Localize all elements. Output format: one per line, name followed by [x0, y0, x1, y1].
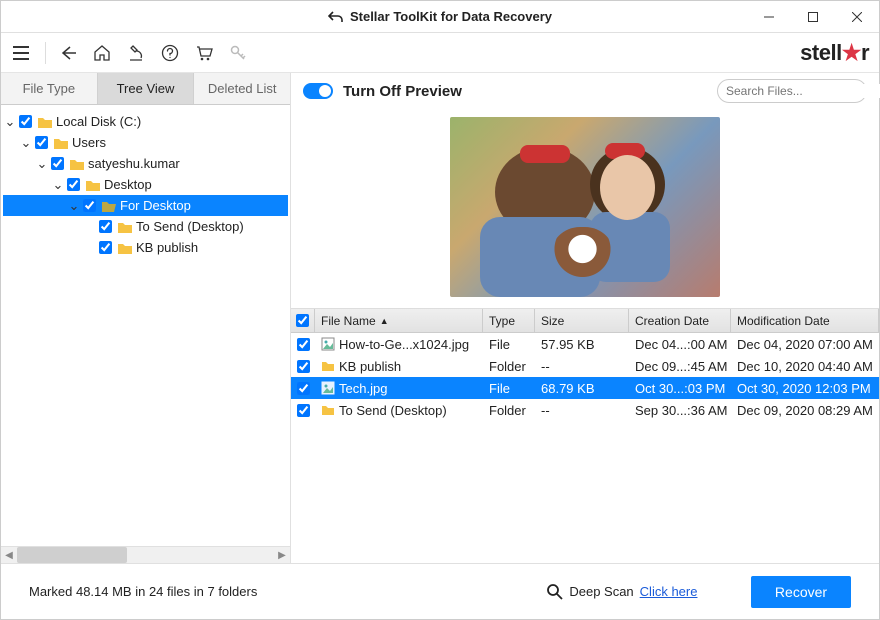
help-icon[interactable]	[154, 37, 186, 69]
table-row[interactable]: Tech.jpg File 68.79 KB Oct 30...:03 PM O…	[291, 377, 879, 399]
brand-star-icon: ★	[842, 40, 861, 65]
scroll-thumb[interactable]	[17, 547, 127, 563]
folder-icon	[117, 241, 133, 255]
right-top-bar: Turn Off Preview	[291, 73, 879, 109]
chevron-down-icon[interactable]: ⌄	[67, 198, 81, 214]
column-creation-date[interactable]: Creation Date	[629, 309, 731, 332]
tree-label: To Send (Desktop)	[136, 219, 244, 234]
home-icon[interactable]	[86, 37, 118, 69]
tree-node-local-disk[interactable]: ⌄ Local Disk (C:)	[3, 111, 288, 132]
tree-label: satyeshu.kumar	[88, 156, 180, 171]
main-content: File Type Tree View Deleted List ⌄ Local…	[1, 73, 879, 563]
menu-icon[interactable]	[7, 37, 39, 69]
folder-tree[interactable]: ⌄ Local Disk (C:) ⌄ Users ⌄ satyeshu.kum…	[1, 105, 290, 546]
brand-prefix: stell	[800, 40, 842, 65]
microscope-icon[interactable]	[120, 37, 152, 69]
folder-icon	[85, 178, 101, 192]
tab-deleted-list[interactable]: Deleted List	[194, 73, 290, 104]
back-icon[interactable]	[52, 37, 84, 69]
column-type[interactable]: Type	[483, 309, 535, 332]
left-tabs: File Type Tree View Deleted List	[1, 73, 290, 105]
tree-label: Desktop	[104, 177, 152, 192]
tree-node-users[interactable]: ⌄ Users	[3, 132, 288, 153]
row-checkbox[interactable]	[297, 382, 310, 395]
maximize-button[interactable]	[791, 1, 835, 33]
right-panel: Turn Off Preview File Name▲ Type Siz	[291, 73, 879, 563]
folder-icon	[321, 404, 335, 416]
row-checkbox[interactable]	[297, 404, 310, 417]
sort-asc-icon: ▲	[380, 316, 389, 326]
tree-checkbox[interactable]	[83, 199, 96, 212]
titlebar: Stellar ToolKit for Data Recovery	[1, 1, 879, 33]
column-modification-date[interactable]: Modification Date	[731, 309, 879, 332]
tree-checkbox[interactable]	[99, 241, 112, 254]
select-all-checkbox[interactable]	[296, 314, 309, 327]
tree-node-for-desktop[interactable]: ⌄ For Desktop	[3, 195, 288, 216]
folder-icon	[321, 360, 335, 372]
folder-open-icon	[101, 199, 117, 213]
horizontal-scrollbar[interactable]: ◀ ▶	[1, 546, 290, 563]
deep-scan-link[interactable]: Click here	[640, 584, 698, 599]
footer: Marked 48.14 MB in 24 files in 7 folders…	[1, 563, 879, 619]
toolbar: stell★r	[1, 33, 879, 73]
search-input[interactable]	[726, 84, 880, 98]
column-size[interactable]: Size	[535, 309, 629, 332]
column-file-name[interactable]: File Name▲	[315, 309, 483, 332]
window-title: Stellar ToolKit for Data Recovery	[328, 9, 552, 24]
tree-label: For Desktop	[120, 198, 191, 213]
tree-node-desktop[interactable]: ⌄ Desktop	[3, 174, 288, 195]
table-row[interactable]: KB publish Folder -- Dec 09...:45 AM Dec…	[291, 355, 879, 377]
tab-tree-view[interactable]: Tree View	[98, 73, 195, 104]
chevron-down-icon[interactable]: ⌄	[19, 135, 33, 151]
scroll-right-arrow[interactable]: ▶	[274, 550, 290, 561]
recover-button[interactable]: Recover	[751, 576, 851, 608]
file-table: File Name▲ Type Size Creation Date Modif…	[291, 308, 879, 563]
row-checkbox[interactable]	[297, 338, 310, 351]
deep-scan: Deep Scan Click here	[547, 584, 697, 600]
window-title-text: Stellar ToolKit for Data Recovery	[350, 9, 552, 24]
tree-node-to-send[interactable]: ⌄ To Send (Desktop)	[3, 216, 288, 237]
folder-icon	[117, 220, 133, 234]
tree-node-kb-publish[interactable]: ⌄ KB publish	[3, 237, 288, 258]
undo-icon	[328, 10, 344, 24]
table-header: File Name▲ Type Size Creation Date Modif…	[291, 309, 879, 333]
image-file-icon	[321, 337, 335, 351]
preview-pane	[291, 109, 879, 304]
tab-file-type[interactable]: File Type	[1, 73, 98, 104]
folder-icon	[37, 115, 53, 129]
brand-logo: stell★r	[800, 40, 869, 66]
close-button[interactable]	[835, 1, 879, 33]
preview-toggle-label: Turn Off Preview	[343, 83, 462, 100]
preview-image	[450, 117, 720, 297]
preview-toggle[interactable]	[303, 83, 333, 99]
tree-checkbox[interactable]	[67, 178, 80, 191]
tree-checkbox[interactable]	[99, 220, 112, 233]
key-icon[interactable]	[222, 37, 254, 69]
search-icon	[547, 584, 563, 600]
minimize-button[interactable]	[747, 1, 791, 33]
chevron-down-icon[interactable]: ⌄	[51, 177, 65, 193]
table-row[interactable]: How-to-Ge...x1024.jpg File 57.95 KB Dec …	[291, 333, 879, 355]
status-text: Marked 48.14 MB in 24 files in 7 folders	[29, 584, 257, 599]
table-row[interactable]: To Send (Desktop) Folder -- Sep 30...:36…	[291, 399, 879, 421]
tree-checkbox[interactable]	[35, 136, 48, 149]
chevron-down-icon[interactable]: ⌄	[3, 114, 17, 130]
folder-icon	[53, 136, 69, 150]
brand-suffix: r	[861, 40, 869, 65]
tree-node-user[interactable]: ⌄ satyeshu.kumar	[3, 153, 288, 174]
tree-label: KB publish	[136, 240, 198, 255]
image-file-icon	[321, 381, 335, 395]
search-box[interactable]	[717, 79, 867, 103]
cart-icon[interactable]	[188, 37, 220, 69]
row-checkbox[interactable]	[297, 360, 310, 373]
tree-label: Users	[72, 135, 106, 150]
scroll-left-arrow[interactable]: ◀	[1, 550, 17, 561]
folder-icon	[69, 157, 85, 171]
tree-checkbox[interactable]	[51, 157, 64, 170]
deep-scan-label: Deep Scan	[569, 584, 633, 599]
tree-label: Local Disk (C:)	[56, 114, 141, 129]
tree-checkbox[interactable]	[19, 115, 32, 128]
left-panel: File Type Tree View Deleted List ⌄ Local…	[1, 73, 291, 563]
chevron-down-icon[interactable]: ⌄	[35, 156, 49, 172]
